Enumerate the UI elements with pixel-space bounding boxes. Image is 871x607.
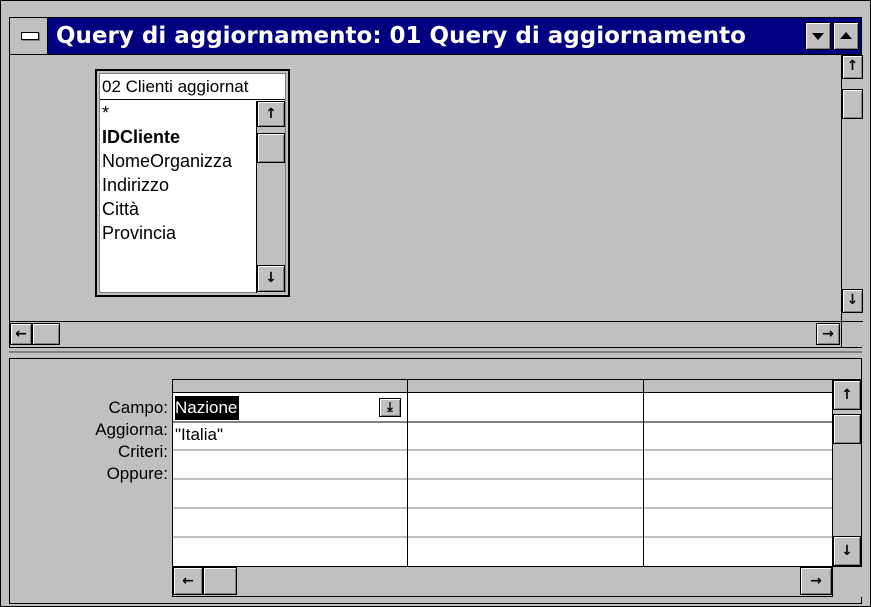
field-list-scrollbar[interactable]: ↑ ↓	[256, 101, 285, 293]
field-list-window[interactable]: 02 Clienti aggiornat * IDCliente NomeOrg…	[95, 69, 290, 297]
field-item[interactable]: NomeOrganizza	[100, 149, 256, 173]
grid-scroll-down-button[interactable]: ↓	[833, 536, 861, 566]
arrow-down-icon: ↓	[841, 543, 853, 559]
scroll-up-button[interactable]: ↑	[842, 55, 863, 79]
dropdown-arrow-icon: ⤓	[387, 400, 393, 415]
scroll-thumb[interactable]	[842, 89, 863, 119]
pane-splitter[interactable]	[9, 347, 862, 359]
system-menu-icon	[21, 32, 39, 40]
scroll-left-button[interactable]: ←	[10, 323, 32, 345]
scroll-down-button[interactable]: ↓	[842, 289, 863, 313]
grid-scroll-thumb[interactable]	[833, 414, 861, 444]
aggiorna-cell[interactable]: "Italia"	[173, 423, 407, 450]
field-item[interactable]: Città	[100, 197, 256, 221]
arrow-right-icon: →	[822, 326, 834, 342]
system-menu-button[interactable]	[10, 18, 48, 54]
table-pane-vscrollbar[interactable]: ↑ ↓	[841, 55, 863, 323]
field-item[interactable]: Provincia	[100, 221, 256, 245]
design-grid[interactable]: Nazione ⤓ "Italia"	[172, 379, 833, 567]
campo-dropdown-button[interactable]: ⤓	[379, 398, 401, 417]
arrow-down-icon: ↓	[846, 292, 859, 308]
grid-scroll-up-button[interactable]: ↑	[833, 380, 861, 410]
field-scroll-up-button[interactable]: ↑	[257, 101, 285, 127]
grid-hscrollbar[interactable]: ← →	[172, 567, 833, 597]
field-item[interactable]: IDCliente	[100, 125, 256, 149]
window-title: Query di aggiornamento: 01 Query di aggi…	[56, 23, 746, 49]
title-bar[interactable]: Query di aggiornamento: 01 Query di aggi…	[9, 17, 862, 55]
row-label-campo: Campo:	[108, 398, 168, 417]
field-scroll-down-button[interactable]: ↓	[257, 265, 285, 292]
field-item[interactable]: *	[100, 101, 256, 125]
arrow-right-icon: →	[810, 573, 822, 589]
hscroll-thumb[interactable]	[32, 323, 60, 345]
field-list-inner: 02 Clienti aggiornat * IDCliente NomeOrg…	[99, 73, 286, 293]
grid-hscroll-thumb[interactable]	[203, 567, 237, 595]
grid-scroll-left-button[interactable]: ←	[173, 567, 203, 595]
field-item[interactable]: Indirizzo	[100, 173, 256, 197]
grid-vscrollbar[interactable]: ↑ ↓	[833, 379, 862, 567]
arrow-up-icon: ↑	[265, 106, 277, 122]
query-window: Query di aggiornamento: 01 Query di aggi…	[0, 0, 871, 607]
scroll-corner	[841, 321, 863, 347]
scroll-right-button[interactable]: →	[816, 323, 840, 345]
splitter-line	[9, 351, 862, 353]
arrow-left-icon: ←	[15, 326, 27, 342]
maximize-icon	[840, 32, 852, 39]
campo-value[interactable]: Nazione	[175, 396, 240, 420]
aggiorna-value[interactable]: "Italia"	[175, 423, 223, 447]
grid-scroll-right-button[interactable]: →	[800, 567, 832, 595]
table-pane-hscrollbar[interactable]: ← →	[10, 321, 842, 347]
minimize-icon	[812, 33, 824, 40]
row-label-aggiorna: Aggiorna:	[95, 420, 168, 439]
row-label-oppure: Oppure:	[106, 464, 168, 483]
maximize-button[interactable]	[833, 22, 859, 50]
row-label-criteri: Criteri:	[117, 442, 168, 461]
arrow-up-icon: ↑	[846, 58, 859, 74]
campo-cell[interactable]: Nazione ⤓	[173, 394, 407, 422]
field-list-title[interactable]: 02 Clienti aggiornat	[100, 74, 285, 100]
grid-scroll-corner	[833, 567, 862, 597]
arrow-up-icon: ↑	[841, 387, 853, 403]
minimize-button[interactable]	[805, 22, 831, 50]
field-list[interactable]: * IDCliente NomeOrganizza Indirizzo Citt…	[100, 101, 256, 293]
arrow-left-icon: ←	[182, 573, 194, 589]
field-scroll-thumb[interactable]	[257, 133, 285, 163]
arrow-down-icon: ↓	[265, 270, 277, 286]
